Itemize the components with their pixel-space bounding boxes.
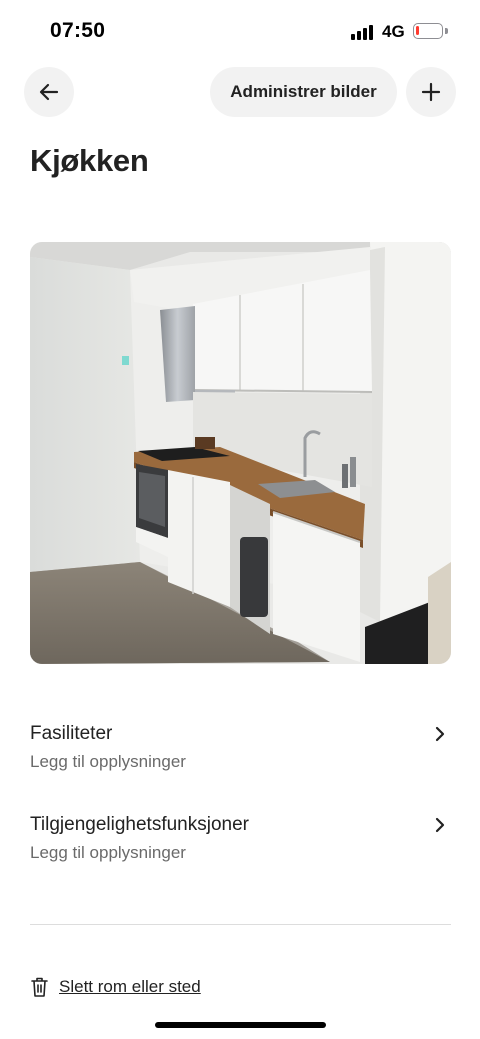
accessibility-subtitle: Legg til opplysninger [30, 843, 186, 862]
arrow-left-icon [39, 83, 59, 101]
signal-icon [351, 24, 375, 40]
chevron-right-icon [435, 817, 445, 833]
network-type: 4G [382, 22, 405, 41]
back-button[interactable] [24, 67, 74, 117]
kitchen-photo-image [30, 242, 451, 664]
delete-room-label[interactable]: Slett rom eller sted [59, 977, 201, 997]
delete-room-link[interactable]: Slett rom eller sted [30, 975, 201, 999]
room-photo[interactable] [30, 242, 451, 664]
home-indicator [155, 1022, 326, 1028]
trash-icon [31, 977, 48, 997]
screen: 07:50 4G Administrer bilder Kjøkken Fasi… [0, 0, 480, 1039]
status-time: 07:50 [50, 19, 106, 42]
amenities-title: Fasiliteter [30, 723, 113, 744]
amenities-row[interactable]: Fasiliteter Legg til opplysninger [30, 723, 451, 783]
page-title: Kjøkken [30, 143, 149, 178]
amenities-subtitle: Legg til opplysninger [30, 752, 186, 771]
accessibility-title: Tilgjengelighetsfunksjoner [30, 814, 249, 835]
status-bar: 07:50 4G [0, 0, 480, 64]
battery-level [416, 26, 419, 35]
divider [30, 924, 451, 925]
chevron-right-icon [435, 726, 445, 742]
add-button[interactable] [406, 67, 456, 117]
plus-icon [421, 82, 441, 102]
manage-photos-button[interactable]: Administrer bilder [210, 67, 397, 117]
battery-icon [413, 23, 443, 39]
battery-cap [445, 28, 448, 34]
accessibility-row[interactable]: Tilgjengelighetsfunksjoner Legg til oppl… [30, 814, 451, 874]
